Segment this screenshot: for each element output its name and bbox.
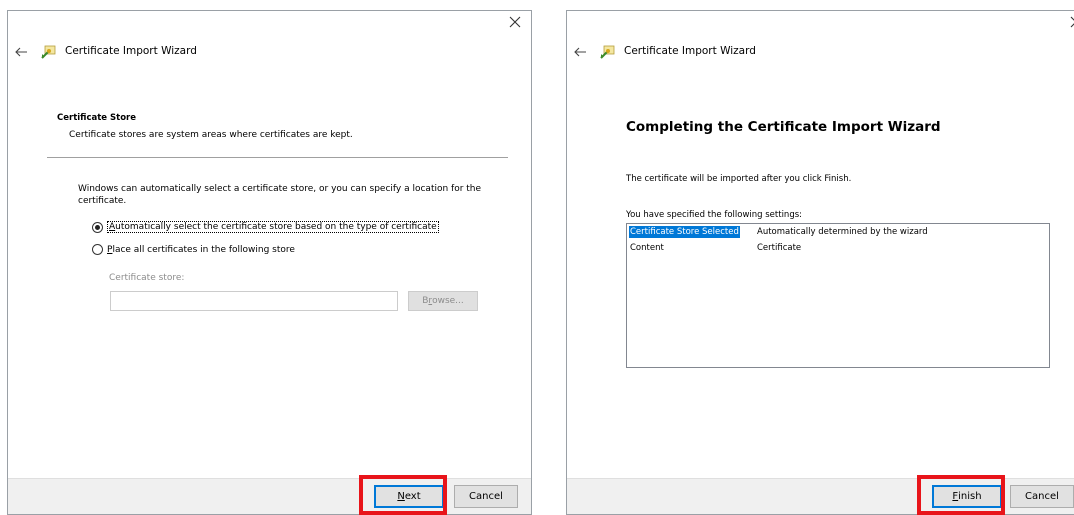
close-button[interactable] [508,15,522,29]
radio-place-in-store-indicator[interactable] [92,244,103,255]
header-divider [47,157,508,158]
settings-list[interactable]: Certificate Store Selected Automatically… [626,223,1050,368]
cancel-button[interactable]: Cancel [454,485,518,508]
completion-heading: Completing the Certificate Import Wizard [626,119,941,135]
store-description: Windows can automatically select a certi… [78,184,482,206]
section-subtitle: Certificate stores are system areas wher… [69,130,353,140]
radio-place-in-store-label[interactable]: Place all certificates in the following … [107,245,295,255]
radio-auto-select[interactable]: Automatically select the certificate sto… [92,221,439,233]
wizard-title: Certificate Import Wizard [65,45,197,57]
next-button-highlight [359,475,447,515]
completing-wizard-dialog: Certificate Import Wizard Completing the… [566,10,1074,515]
settings-key: Certificate Store Selected [629,226,740,238]
wizard-title: Certificate Import Wizard [624,45,756,57]
back-arrow-icon[interactable] [14,45,28,59]
dialog-footer: Next Cancel [8,478,531,514]
close-icon [1070,16,1074,28]
finish-button-highlight [917,475,1005,515]
close-button[interactable] [1069,15,1074,29]
settings-value: Automatically determined by the wizard [757,227,928,237]
certificate-store-label: Certificate store: [109,273,185,283]
certificate-store-input[interactable] [110,291,398,311]
cancel-button[interactable]: Cancel [1010,485,1074,508]
back-arrow-icon[interactable] [573,45,587,59]
certificate-wizard-icon [600,45,615,59]
radio-auto-select-label[interactable]: Automatically select the certificate sto… [107,221,439,233]
radio-auto-select-indicator[interactable] [92,221,103,233]
settings-key: Content [630,243,664,253]
certificate-wizard-icon [41,45,56,59]
settings-value: Certificate [757,243,802,253]
close-icon [509,16,521,28]
import-info-text: The certificate will be imported after y… [626,174,852,184]
radio-place-in-store[interactable]: Place all certificates in the following … [92,244,295,255]
wizard-header: Certificate Import Wizard [8,45,531,65]
browse-button[interactable]: Br owse... [408,291,478,311]
settings-label: You have specified the following setting… [626,210,803,220]
section-title: Certificate Store [57,113,137,123]
certificate-store-dialog: Certificate Import Wizard Certificate St… [7,10,532,515]
wizard-header: Certificate Import Wizard [567,45,1074,65]
